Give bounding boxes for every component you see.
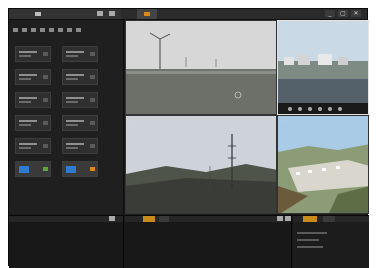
panel-button-icon[interactable]	[109, 216, 115, 221]
property-row	[297, 246, 323, 248]
camera-caption: ...	[281, 118, 285, 123]
device-cell[interactable]	[62, 46, 98, 62]
tool-icon[interactable]	[40, 28, 45, 32]
bottom-panel	[9, 215, 369, 268]
camera-feed-hilltop	[126, 116, 276, 213]
tool-icon[interactable]	[22, 28, 27, 32]
tab-icon	[35, 12, 41, 16]
property-row	[297, 232, 327, 234]
tab-playback[interactable]	[143, 216, 155, 222]
tool-icon[interactable]	[31, 28, 36, 32]
device-cell[interactable]	[62, 138, 98, 154]
video-tile-1[interactable]: ...	[125, 20, 277, 115]
panel-button-icon[interactable]	[277, 216, 283, 221]
camera-feed-valley	[278, 116, 368, 213]
device-cell[interactable]	[15, 115, 51, 131]
device-grid	[15, 46, 98, 177]
camera-feed-sea	[126, 21, 276, 114]
device-cell[interactable]	[62, 115, 98, 131]
tab-secondary[interactable]	[159, 216, 169, 222]
close-button[interactable]: ✕	[351, 10, 361, 17]
playback-panel	[125, 216, 292, 268]
properties-panel-header	[293, 216, 369, 222]
minimize-button[interactable]: _	[325, 10, 335, 17]
playback-panel-header	[125, 216, 291, 222]
vms-client-window: _ ▢ ✕ ... ... ...	[8, 8, 369, 268]
device-cell-online[interactable]	[62, 161, 98, 177]
title-bar: _ ▢ ✕	[9, 9, 367, 20]
tool-icon[interactable]	[76, 28, 81, 32]
log-panel	[9, 216, 124, 268]
maximize-button[interactable]: ▢	[338, 10, 348, 17]
property-row	[297, 239, 319, 241]
log-panel-header	[9, 216, 123, 222]
tab-info[interactable]	[323, 216, 335, 222]
panel-close-icon[interactable]	[109, 11, 115, 16]
camera-caption: ...	[129, 23, 133, 28]
tab-live-view[interactable]	[137, 9, 157, 19]
camera-feed-coast	[278, 21, 368, 114]
tab-properties[interactable]	[303, 216, 317, 222]
camera-caption: ...	[129, 118, 133, 123]
device-cell[interactable]	[62, 92, 98, 108]
tool-icon[interactable]	[67, 28, 72, 32]
device-tree-tab[interactable]	[9, 9, 121, 19]
properties-panel	[293, 216, 369, 268]
panel-close-icon[interactable]	[285, 216, 291, 221]
window-controls: _ ▢ ✕	[325, 10, 361, 17]
tool-icon[interactable]	[49, 28, 54, 32]
tool-icon[interactable]	[13, 28, 18, 32]
video-tile-2-selected[interactable]	[277, 20, 369, 115]
device-cell[interactable]	[15, 46, 51, 62]
video-wall: ... ... ...	[125, 20, 369, 214]
device-toolbar	[13, 28, 81, 32]
device-cell-online[interactable]	[15, 161, 51, 177]
video-tile-4[interactable]: ...	[277, 115, 369, 214]
device-cell[interactable]	[15, 69, 51, 85]
panel-button-icon[interactable]	[97, 11, 103, 16]
device-cell[interactable]	[15, 92, 51, 108]
device-cell[interactable]	[62, 69, 98, 85]
device-panel	[9, 20, 124, 214]
video-tile-3[interactable]: ...	[125, 115, 277, 214]
live-view-icon	[144, 12, 150, 16]
properties-list	[297, 232, 327, 253]
device-cell[interactable]	[15, 138, 51, 154]
tool-icon[interactable]	[58, 28, 63, 32]
